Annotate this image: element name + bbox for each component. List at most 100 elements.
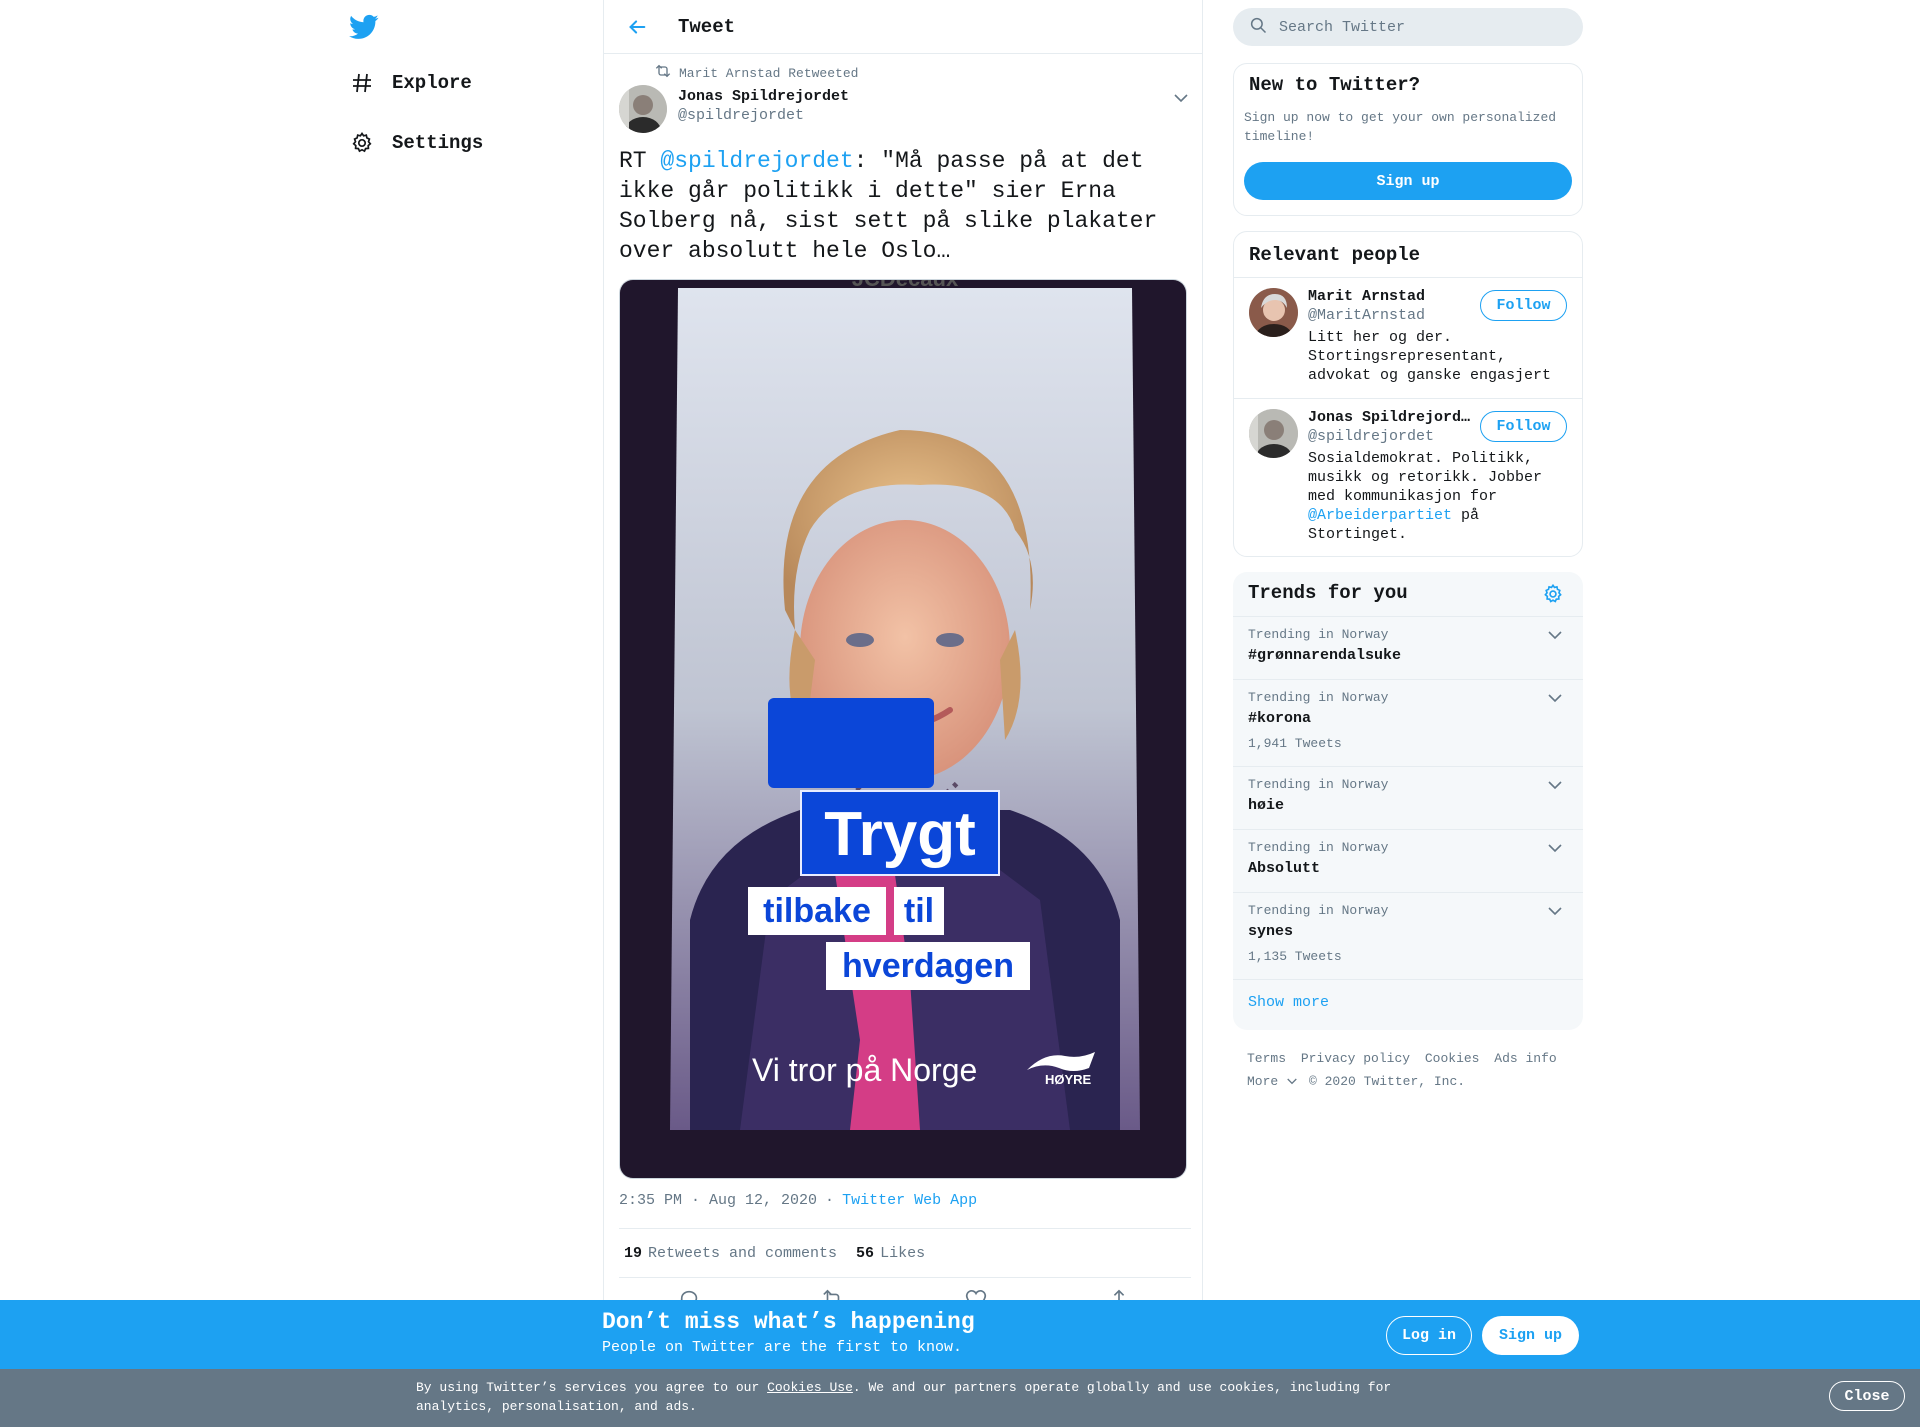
chevron-down-icon[interactable]	[1548, 627, 1568, 645]
cookies-use-link[interactable]: Cookies Use	[767, 1380, 853, 1395]
tweet-stats: 19 Retweets and comments 56 Likes	[619, 1228, 1191, 1278]
trend-name[interactable]: #korona	[1248, 710, 1311, 727]
tweet-timestamp[interactable]: 2:35 PM · Aug 12, 2020	[619, 1192, 817, 1209]
trend-context: Trending in Norway	[1248, 777, 1389, 792]
trends-card: Trends for you Trending in Norway #grønn…	[1233, 572, 1583, 1030]
person-bio-text: Sosialdemokrat. Politikk, musikk og reto…	[1308, 450, 1543, 505]
column-header: Tweet	[604, 0, 1202, 54]
chevron-down-icon[interactable]	[1548, 840, 1568, 858]
retweet-icon	[655, 64, 679, 82]
banner-subtitle: People on Twitter are the first to know.	[602, 1339, 963, 1356]
trend-item[interactable]: Trending in Norway synes 1,135 Tweets	[1233, 893, 1583, 980]
relevant-people-card: Relevant people Marit Arnstad @MaritArns…	[1233, 231, 1583, 557]
footer-link-cookies[interactable]: Cookies	[1425, 1051, 1480, 1066]
trend-item[interactable]: Trending in Norway Absolutt	[1233, 830, 1583, 893]
avatar[interactable]	[1249, 409, 1298, 458]
poster-text-block: Trygt tilbake til hverdagen Vi tror på N…	[620, 280, 1186, 1178]
trend-item[interactable]: Trending in Norway #korona 1,941 Tweets	[1233, 680, 1583, 767]
banner-title: Don’t miss what’s happening	[602, 1309, 975, 1335]
poster-party-logo: HØYRE	[1025, 1050, 1097, 1087]
author-name[interactable]: Jonas Spildrejordet	[678, 88, 849, 105]
poster-word-tilbake: tilbake	[748, 887, 886, 935]
poster-word-hverdagen: hverdagen	[826, 942, 1030, 990]
person-item-jonas-spildrejordet[interactable]: Jonas Spildrejord… @spildrejordet Sosial…	[1234, 398, 1582, 556]
sign-up-button[interactable]: Sign up	[1482, 1316, 1579, 1355]
trend-name[interactable]: #grønnarendalsuke	[1248, 647, 1401, 664]
likes-count[interactable]: 56	[856, 1245, 874, 1262]
tweet-text: RT @spildrejordet: "Må passe på at det i…	[619, 146, 1189, 266]
trend-context: Trending in Norway	[1248, 627, 1389, 642]
chevron-down-icon	[1287, 1078, 1297, 1085]
trends-header: Trends for you	[1233, 572, 1583, 617]
avatar[interactable]	[1249, 288, 1298, 337]
signup-banner: Don’t miss what’s happening People on Tw…	[0, 1300, 1920, 1369]
trend-item[interactable]: Trending in Norway #grønnarendalsuke	[1233, 617, 1583, 680]
footer-link-ads-info[interactable]: Ads info	[1494, 1051, 1556, 1066]
person-bio: Litt her og der. Stortingsrepresentant, …	[1308, 329, 1552, 384]
cookie-text: By using Twitter’s services you agree to…	[416, 1378, 1416, 1416]
person-item-marit-arnstad[interactable]: Marit Arnstad @MaritArnstad Litt her og …	[1234, 277, 1582, 398]
tweet-photo[interactable]: JCDecaux	[619, 279, 1187, 1179]
tweet-meta: 2:35 PM · Aug 12, 2020 · Twitter Web App	[619, 1192, 977, 1209]
meta-separator: ·	[825, 1192, 835, 1209]
search-box[interactable]	[1233, 8, 1583, 46]
card-text: Sign up now to get your own personalized…	[1244, 110, 1557, 144]
chevron-down-icon[interactable]	[1548, 690, 1568, 708]
tweet-source-link[interactable]: Twitter Web App	[842, 1192, 977, 1209]
nav-item-settings[interactable]: Settings	[348, 123, 483, 163]
sign-up-button[interactable]: Sign up	[1244, 162, 1572, 200]
retweets-count[interactable]: 19	[624, 1245, 642, 1262]
search-input[interactable]	[1279, 18, 1559, 36]
trend-context: Trending in Norway	[1248, 690, 1389, 705]
page-title: Tweet	[678, 15, 736, 38]
log-in-button[interactable]: Log in	[1386, 1316, 1472, 1355]
follow-button[interactable]: Follow	[1480, 290, 1567, 321]
poster-party-name: HØYRE	[1045, 1072, 1092, 1087]
chevron-down-icon[interactable]	[1548, 903, 1568, 921]
retweets-label[interactable]: Retweets and comments	[648, 1245, 837, 1262]
nav-item-explore[interactable]: Explore	[348, 63, 472, 103]
follow-button[interactable]: Follow	[1480, 411, 1567, 442]
person-name[interactable]: Jonas Spildrejord…	[1308, 409, 1473, 426]
trend-name[interactable]: høie	[1248, 797, 1284, 814]
trend-count: 1,135 Tweets	[1248, 949, 1342, 964]
footer-more-menu[interactable]: More	[1247, 1074, 1297, 1089]
person-handle[interactable]: @spildrejordet	[1308, 428, 1434, 445]
card-title: Trends for you	[1248, 582, 1408, 604]
chevron-down-icon[interactable]	[1548, 777, 1568, 795]
poster-slogan: Vi tror på Norge	[752, 1052, 978, 1088]
trend-name[interactable]: Absolutt	[1248, 860, 1320, 877]
close-button[interactable]: Close	[1829, 1381, 1905, 1411]
likes-label[interactable]: Likes	[880, 1245, 925, 1262]
gear-icon	[348, 129, 376, 157]
nav-item-label: Explore	[392, 72, 472, 94]
footer-link-privacy[interactable]: Privacy policy	[1301, 1051, 1410, 1066]
poster-headline: Trygt	[800, 790, 1000, 876]
bio-mention-link[interactable]: @Arbeiderpartiet	[1308, 507, 1452, 524]
tweet-text-prefix: RT	[619, 148, 661, 174]
gear-icon[interactable]	[1542, 583, 1566, 607]
twitter-bird-icon[interactable]	[348, 12, 380, 42]
person-bio: Sosialdemokrat. Politikk, musikk og reto…	[1308, 449, 1573, 544]
card-title: Relevant people	[1249, 244, 1421, 266]
author-handle[interactable]: @spildrejordet	[678, 107, 804, 124]
mention-link[interactable]: @spildrejordet	[660, 148, 853, 174]
hashtag-icon	[348, 69, 376, 97]
avatar[interactable]	[619, 85, 667, 133]
new-to-twitter-card: New to Twitter? Sign up now to get your …	[1233, 63, 1583, 216]
trend-count: 1,941 Tweets	[1248, 736, 1342, 751]
retweet-context[interactable]: Marit Arnstad Retweeted	[655, 64, 858, 82]
person-name[interactable]: Marit Arnstad	[1308, 288, 1473, 305]
show-more-link[interactable]: Show more	[1248, 994, 1329, 1011]
tweet-column: Tweet Marit Arnstad Retweeted Jonas Spil…	[603, 0, 1203, 1309]
retweet-context-label: Marit Arnstad Retweeted	[679, 65, 859, 81]
trend-context: Trending in Norway	[1248, 840, 1389, 855]
search-icon	[1233, 16, 1267, 39]
back-arrow-icon[interactable]	[620, 10, 654, 44]
trend-name[interactable]: synes	[1248, 923, 1293, 940]
trend-item[interactable]: Trending in Norway høie	[1233, 767, 1583, 830]
chevron-down-icon[interactable]	[1169, 88, 1193, 108]
footer-link-terms[interactable]: Terms	[1247, 1051, 1286, 1066]
cookie-banner: By using Twitter’s services you agree to…	[0, 1369, 1920, 1427]
person-handle[interactable]: @MaritArnstad	[1308, 307, 1425, 324]
